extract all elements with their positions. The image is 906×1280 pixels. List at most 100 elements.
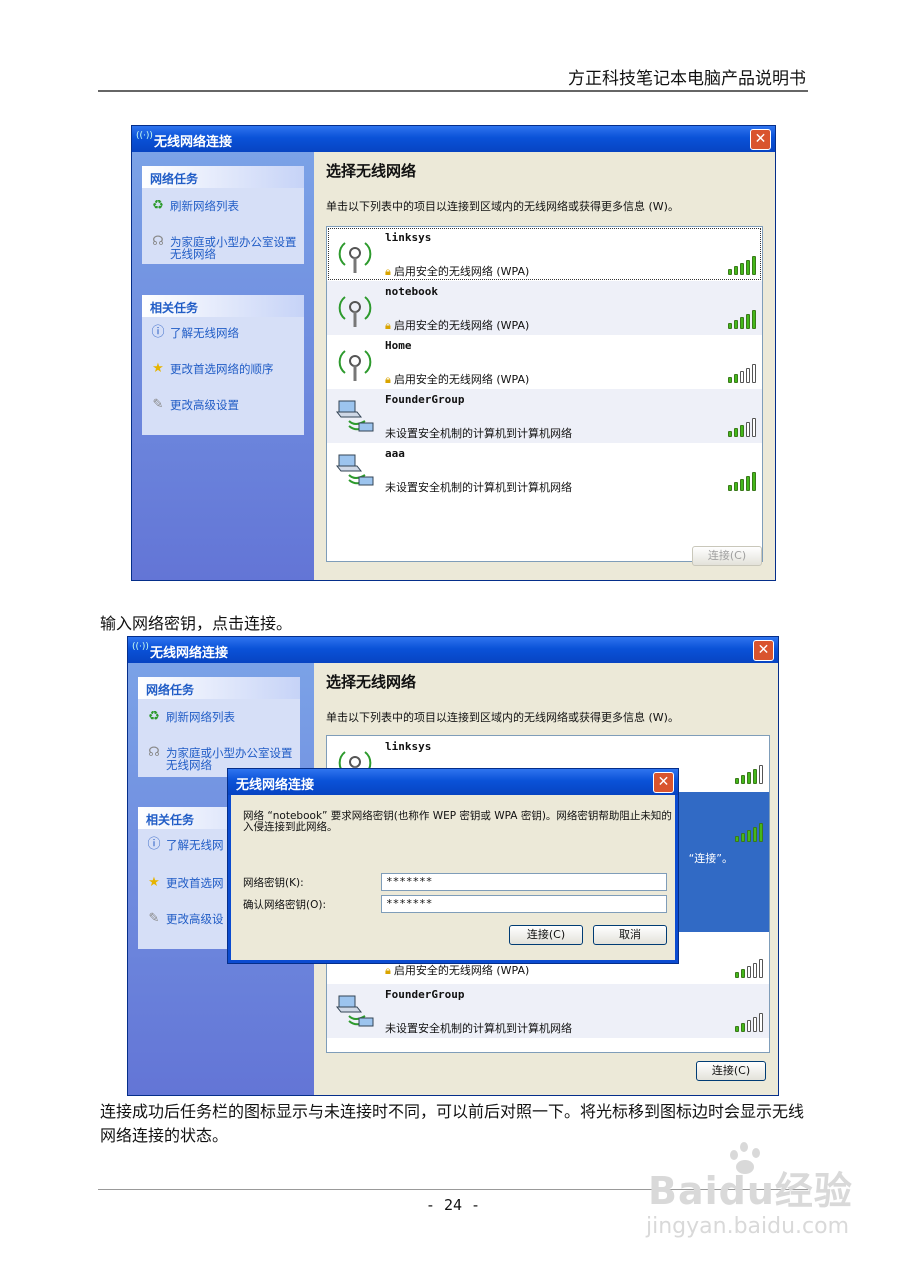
lock-icon: 🔒︎	[385, 265, 391, 278]
wireless-antenna-icon	[338, 242, 372, 273]
network-tasks-panel: 网络任务 ♻ 刷新网络列表 ☊ 为家庭或小型办公室设置无线网络	[138, 677, 300, 777]
order-label: 更改首选网	[166, 876, 224, 890]
signal-strength-icon	[728, 309, 756, 329]
network-row-aaa[interactable]: aaa 未设置安全机制的计算机到计算机网络	[327, 443, 762, 497]
network-list[interactable]: linksys 🔒︎ 启用安全的无线网络 (WPA) notebook 🔒︎ 启用安…	[326, 226, 763, 562]
info-icon: ⓘ	[151, 325, 165, 340]
change-order-link[interactable]: ★ 更改首选网络的顺序	[150, 361, 273, 376]
refresh-icon: ♻	[152, 198, 164, 213]
watermark-logo: Baidu经验	[648, 1169, 853, 1213]
network-security: 未设置安全机制的计算机到计算机网络	[385, 1022, 572, 1035]
refresh-network-list-link[interactable]: ♻ 刷新网络列表	[146, 709, 235, 724]
network-name: aaa	[385, 447, 405, 460]
dialog-body: 网络 “notebook” 要求网络密钥(也称作 WEP 密钥或 WPA 密钥)…	[231, 795, 675, 960]
network-tasks-heading: 网络任务	[138, 677, 300, 699]
page-header: 方正科技笔记本电脑产品说明书	[98, 62, 808, 92]
refresh-icon: ♻	[148, 709, 160, 724]
refresh-label: 刷新网络列表	[170, 199, 239, 213]
network-key-dialog: 无线网络连接 ✕ 网络 “notebook” 要求网络密钥(也称作 WEP 密钥…	[227, 768, 679, 964]
watermark-url: jingyan.baidu.com	[646, 1214, 850, 1239]
network-row-notebook[interactable]: notebook 🔒︎ 启用安全的无线网络 (WPA)	[327, 281, 762, 335]
signal-strength-icon	[728, 255, 756, 275]
computer-to-computer-icon	[335, 454, 374, 486]
network-name: linksys	[385, 231, 432, 244]
learn-wireless-link[interactable]: ⓘ 了解无线网	[146, 837, 224, 852]
selected-row-text: “连接”。	[688, 852, 733, 865]
network-tasks-heading: 网络任务	[142, 166, 304, 188]
page-header-title: 方正科技笔记本电脑产品说明书	[568, 69, 806, 89]
dialog-title: 无线网络连接	[236, 778, 315, 793]
network-row-linksys[interactable]: linksys 🔒︎ 启用安全的无线网络 (WPA)	[327, 227, 762, 281]
wireless-icon: ((·))	[136, 131, 153, 141]
network-name: FounderGroup	[385, 393, 465, 406]
network-row-home[interactable]: Home 🔒︎ 启用安全的无线网络 (WPA)	[327, 335, 762, 389]
settings-icon: ✎	[152, 397, 164, 412]
network-security: 🔒︎ 启用安全的无线网络 (WPA)	[385, 319, 530, 332]
main-title: 选择无线网络	[326, 673, 417, 691]
title-bar[interactable]: ((·)) 无线网络连接 ✕	[132, 126, 775, 152]
network-row-foundergroup[interactable]: FounderGroup 未设置安全机制的计算机到计算机网络	[327, 984, 769, 1038]
setup-wireless-link[interactable]: ☊ 为家庭或小型办公室设置无线网络	[150, 234, 300, 261]
advanced-settings-link[interactable]: ✎ 更改高级设置	[150, 397, 239, 412]
info-icon: ⓘ	[147, 837, 161, 852]
wireless-icon: ((·))	[132, 642, 149, 652]
signal-strength-icon	[728, 471, 756, 491]
network-name: FounderGroup	[385, 988, 465, 1001]
lock-icon: 🔒︎	[385, 373, 391, 386]
computer-to-computer-icon	[335, 400, 374, 432]
advanced-label: 更改高级设置	[170, 398, 239, 412]
wireless-antenna-icon	[338, 296, 372, 327]
network-name: Home	[385, 339, 412, 352]
title-bar[interactable]: ((·)) 无线网络连接 ✕	[128, 637, 778, 663]
signal-strength-icon	[728, 417, 756, 437]
dialog-title-bar[interactable]: 无线网络连接 ✕	[228, 769, 678, 795]
change-order-link[interactable]: ★ 更改首选网	[146, 875, 224, 890]
signal-strength-icon	[735, 764, 763, 784]
main-description: 单击以下列表中的项目以连接到区域内的无线网络或获得更多信息 (W)。	[326, 200, 679, 213]
refresh-network-list-link[interactable]: ♻ 刷新网络列表	[150, 198, 239, 213]
window-title: 无线网络连接	[154, 135, 233, 150]
advanced-settings-link[interactable]: ✎ 更改高级设	[146, 911, 224, 926]
network-security: 🔒︎ 启用安全的无线网络 (WPA)	[385, 964, 530, 977]
main-description: 单击以下列表中的项目以连接到区域内的无线网络或获得更多信息 (W)。	[326, 711, 679, 724]
computer-to-computer-icon	[335, 995, 374, 1027]
network-key-label: 网络密钥(K):	[243, 877, 304, 889]
related-tasks-heading: 相关任务	[142, 295, 304, 317]
learn-wireless-link[interactable]: ⓘ 了解无线网络	[150, 325, 239, 340]
network-name: linksys	[385, 740, 432, 753]
window-title: 无线网络连接	[150, 646, 229, 661]
signal-strength-icon	[735, 822, 763, 842]
main-title: 选择无线网络	[326, 162, 417, 180]
body-paragraph: 连接成功后任务栏的图标显示与未连接时不同，可以前后对照一下。将光标移到图标边时会…	[100, 1102, 805, 1145]
wireless-window-1: ((·)) 无线网络连接 ✕ 网络任务 ♻ 刷新网络列表 ☊ 为家庭或小型办公室…	[131, 125, 776, 581]
learn-label: 了解无线网	[166, 838, 224, 852]
connect-button[interactable]: 连接(C)	[696, 1061, 766, 1081]
close-button[interactable]: ✕	[753, 640, 774, 661]
star-icon: ★	[148, 875, 160, 890]
connect-button[interactable]: 连接(C)	[692, 546, 762, 566]
related-tasks-panel: 相关任务 ⓘ 了解无线网络 ★ 更改首选网络的顺序 ✎ 更改高级设置	[142, 295, 304, 435]
main-pane: 选择无线网络 单击以下列表中的项目以连接到区域内的无线网络或获得更多信息 (W)…	[314, 152, 775, 580]
network-key-input[interactable]: *******	[381, 873, 667, 891]
dialog-cancel-button[interactable]: 取消	[593, 925, 667, 945]
dialog-connect-button[interactable]: 连接(C)	[509, 925, 583, 945]
network-row-foundergroup[interactable]: FounderGroup 未设置安全机制的计算机到计算机网络	[327, 389, 762, 443]
close-button[interactable]: ✕	[750, 129, 771, 150]
star-icon: ★	[152, 361, 164, 376]
dialog-close-button[interactable]: ✕	[653, 772, 674, 793]
network-security: 🔒︎ 启用安全的无线网络 (WPA)	[385, 373, 530, 386]
advanced-label: 更改高级设	[166, 912, 224, 926]
settings-icon: ✎	[148, 911, 160, 926]
dialog-message: 网络 “notebook” 要求网络密钥(也称作 WEP 密钥或 WPA 密钥)…	[243, 810, 672, 833]
confirm-key-input[interactable]: *******	[381, 895, 667, 913]
lock-icon: 🔒︎	[385, 319, 391, 332]
network-name: notebook	[385, 285, 438, 298]
setup-network-icon: ☊	[148, 745, 160, 760]
network-security: 🔒︎ 启用安全的无线网络 (WPA)	[385, 265, 530, 278]
setup-network-icon: ☊	[152, 234, 164, 249]
wireless-antenna-icon	[338, 350, 372, 381]
learn-label: 了解无线网络	[170, 326, 239, 340]
setup-label: 为家庭或小型办公室设置无线网络	[170, 235, 297, 261]
signal-strength-icon	[735, 958, 763, 978]
network-tasks-panel: 网络任务 ♻ 刷新网络列表 ☊ 为家庭或小型办公室设置无线网络	[142, 166, 304, 264]
